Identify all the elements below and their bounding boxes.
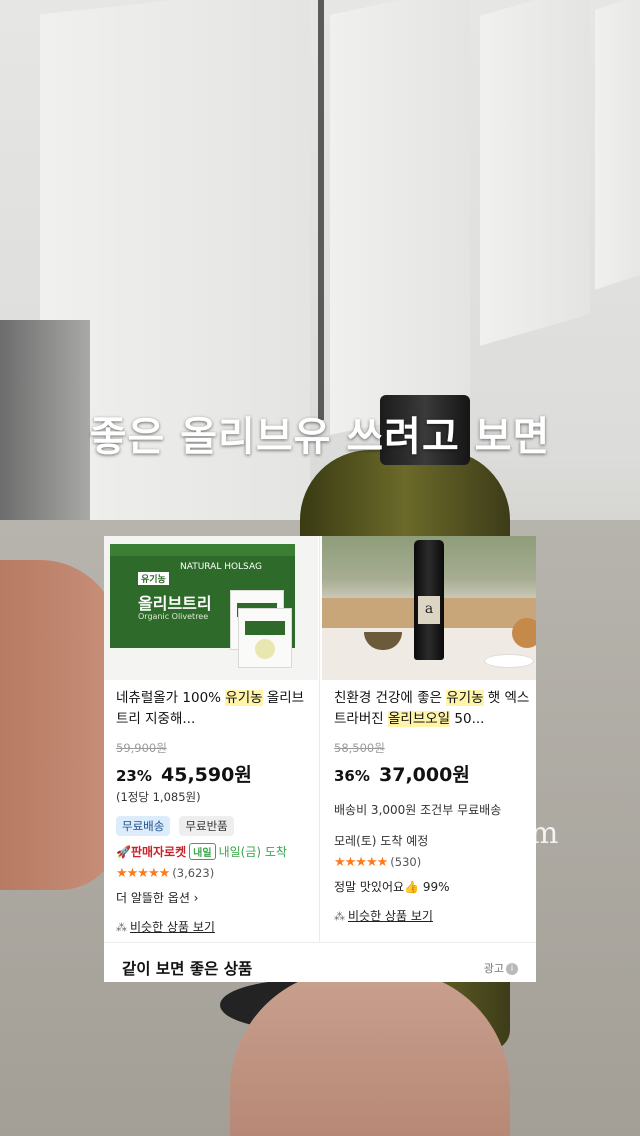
rating-stars: ★★★★★ (3,623) [116,866,312,881]
unit-price: (1정당 1,085원) [116,790,201,804]
rocket-label: 🚀판매자로켓 [116,845,187,859]
cabinet-panel [595,0,640,290]
hand [0,560,120,890]
grid-icon: ⁂ [116,921,127,934]
section-title: 같이 보면 좋은 상품 [122,960,253,978]
video-caption: 좋은 올리브유 쓰려고 보면 [89,414,551,460]
product-card[interactable]: NATURAL HOLSAG 유기농 올리브트리 Organic Olivetr… [104,536,318,942]
sale-price: 37,000원 [379,764,470,786]
price-row: 36% 37,000원 [334,760,530,787]
free-shipping-badge: 무료배송 [116,816,171,836]
review-count: (3,623) [172,866,215,880]
product-image[interactable]: NATURAL HOLSAG 유기농 올리브트리 Organic Olivetr… [104,536,318,680]
satisfaction-row: 정말 맛있어요👍 99% [334,880,450,894]
related-section-header: 같이 보면 좋은 상품 광고 i [104,942,536,983]
oil-dish [484,654,534,668]
price-row: 23% 45,590원 [116,760,312,787]
oil-bottle: a [414,540,444,660]
product-card[interactable]: a 친환경 건강에 좋은 유기농 햇 엑스트라버진 올리브오일 50... 58… [322,536,536,942]
product-info: 친환경 건강에 좋은 유기농 햇 엑스트라버진 올리브오일 50... 58,5… [334,688,530,924]
product-pouch [238,608,292,668]
delivery-eta: 모레(토) 도착 예정 [334,834,429,848]
bottle-label: a [418,596,440,624]
product-info: 네츄럴올가 100% 유기농 올리브트리 지중해... 59,900원 23% … [116,688,312,935]
sale-price: 45,590원 [161,764,252,786]
keyword-highlight: 유기농 [225,690,263,706]
box-tag: 유기농 [138,572,169,585]
badge-group: 무료배송 무료반품 [116,815,312,836]
satisfaction-value: 99% [422,880,450,894]
discount-rate: 23% [116,767,152,785]
cabinet-panel [330,0,470,435]
keyword-highlight: 올리브오일 [387,711,451,727]
arrival-text: 내일(금) 도착 [218,845,287,859]
shipping-info: 배송비 3,000원 조건부 무료배송 [334,803,502,817]
box-title: 올리브트리 [138,594,212,613]
product-image[interactable]: a [322,536,536,680]
grid-icon: ⁂ [334,910,345,923]
info-icon: i [506,963,518,975]
free-return-badge: 무료반품 [179,816,234,836]
cabinet-panel [480,0,590,346]
similar-products-link[interactable]: ⁂ 비슷한 상품 보기 [116,918,312,935]
star-icons: ★★★★★ [116,866,170,881]
keyword-highlight: 유기농 [446,690,484,706]
original-price: 59,900원 [116,741,167,755]
thumbs-up-icon: 👍 [404,880,420,894]
product-name[interactable]: 네츄럴올가 100% 유기농 올리브트리 지중해... [116,688,312,732]
discount-rate: 36% [334,767,370,785]
more-options-link[interactable]: 더 알뜰한 옵션 › [116,889,312,906]
similar-products-link[interactable]: ⁂ 비슷한 상품 보기 [334,907,530,924]
star-icons: ★★★★★ [334,855,388,870]
column-divider [319,536,320,942]
brand-logo: NATURAL HOLSAG [180,562,262,572]
bread [512,618,536,648]
rocket-delivery: 🚀판매자로켓 내일 내일(금) 도착 [116,843,312,860]
box-subtitle: Organic Olivetree [138,612,209,621]
tomorrow-badge: 내일 [189,843,216,860]
rating-stars: ★★★★★ (530) [334,855,530,870]
cabinet-gap [318,0,324,420]
product-name[interactable]: 친환경 건강에 좋은 유기농 햇 엑스트라버진 올리브오일 50... [334,688,530,732]
ad-label[interactable]: 광고 i [484,960,518,976]
original-price: 58,500원 [334,741,385,755]
review-count: (530) [390,855,422,869]
product-panel: NATURAL HOLSAG 유기농 올리브트리 Organic Olivetr… [104,536,536,982]
